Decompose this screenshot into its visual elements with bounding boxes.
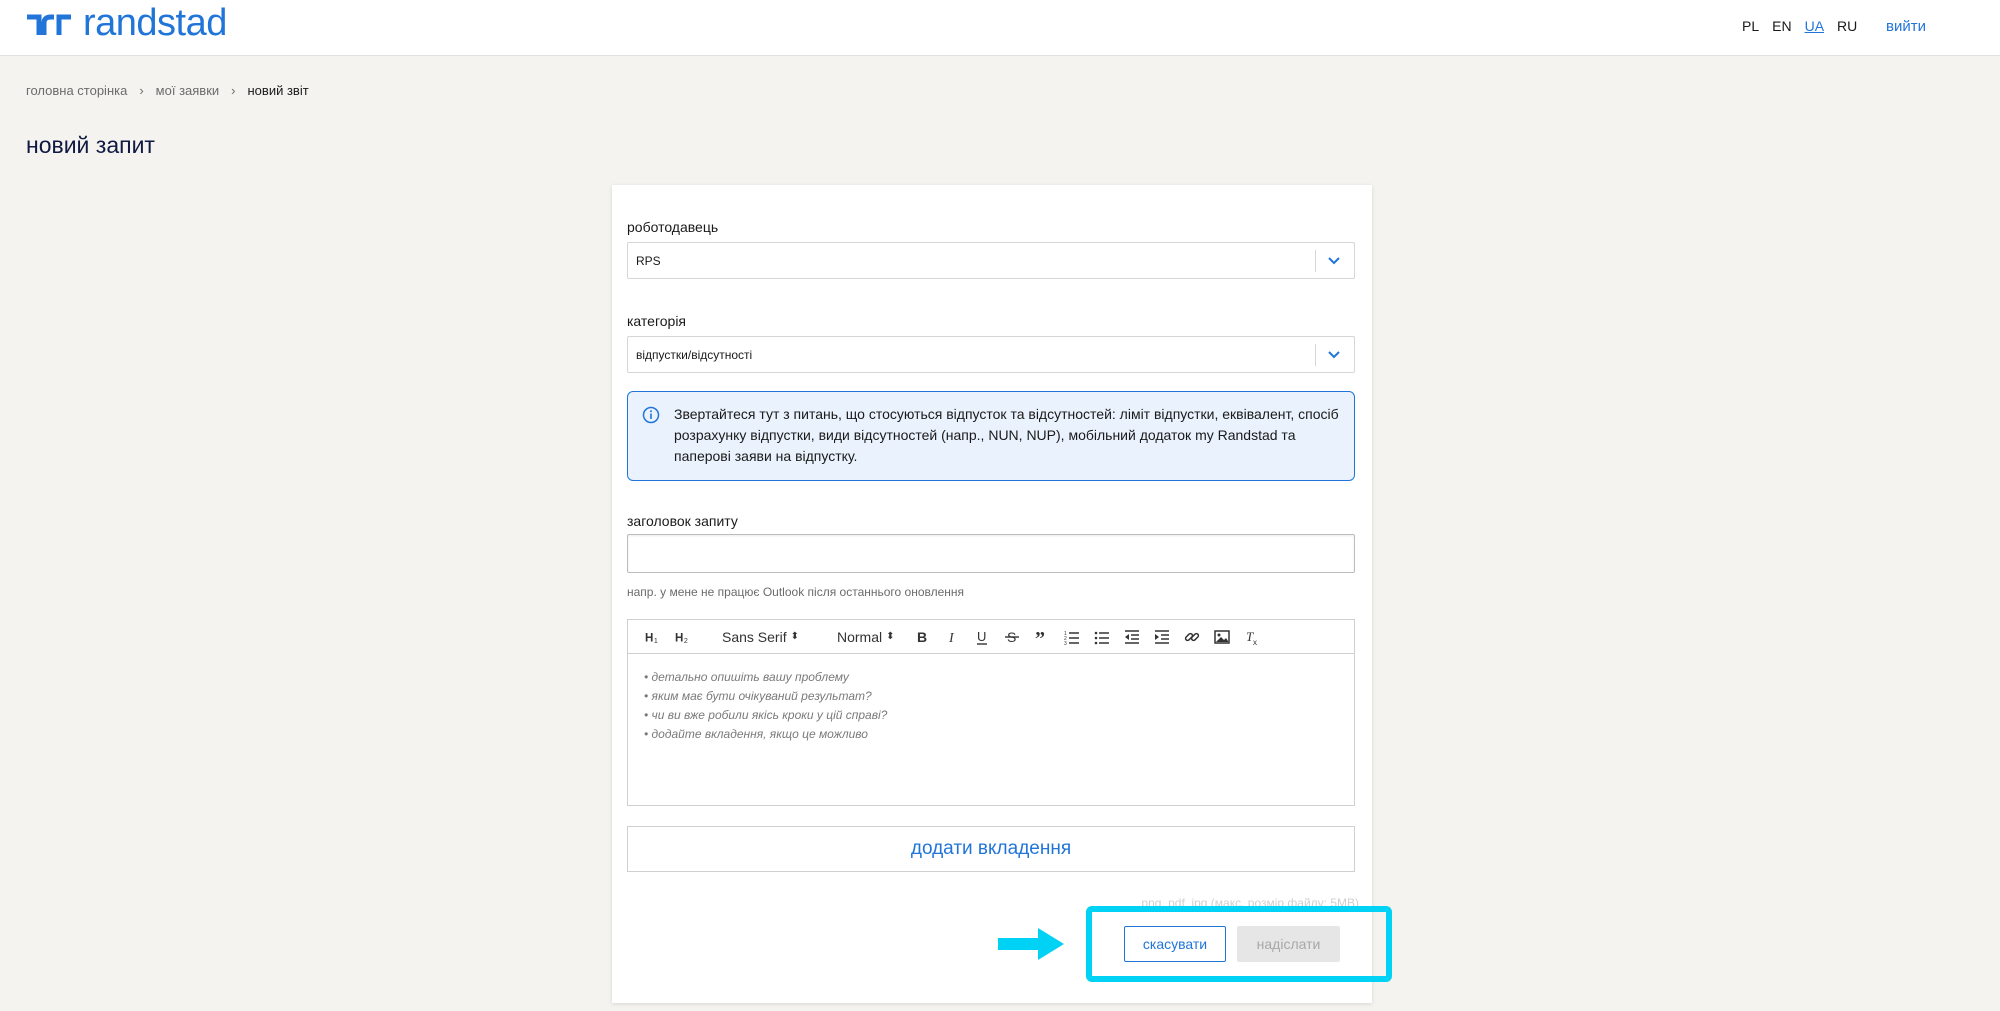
category-label: категорія bbox=[627, 313, 687, 329]
info-notice: Звертайтеся тут з питань, що стосуються … bbox=[627, 391, 1355, 481]
heading1-icon: H1 bbox=[645, 632, 658, 645]
strikethrough-icon: S bbox=[1004, 629, 1019, 645]
breadcrumb-current: новий звіт bbox=[247, 83, 309, 98]
link-button[interactable] bbox=[1177, 625, 1207, 649]
employer-select[interactable]: RPS bbox=[627, 242, 1355, 279]
bullet-list-button[interactable] bbox=[1087, 625, 1117, 649]
chevron-down-icon[interactable] bbox=[1326, 252, 1342, 268]
breadcrumb-my-requests[interactable]: мої заявки bbox=[156, 83, 219, 98]
select-divider bbox=[1315, 344, 1316, 366]
editor-placeholder-line: • детально опишіть вашу проблему bbox=[644, 670, 849, 684]
lang-ru[interactable]: RU bbox=[1837, 18, 1857, 34]
bold-button[interactable]: B bbox=[907, 625, 937, 649]
indent-icon bbox=[1154, 629, 1169, 644]
font-size-value: Normal bbox=[836, 628, 883, 645]
quote-icon: ” bbox=[1035, 629, 1045, 645]
editor-placeholder-line: • додайте вкладення, якщо це можливо bbox=[644, 727, 868, 741]
svg-text:U: U bbox=[977, 629, 986, 644]
outdent-icon bbox=[1124, 629, 1139, 644]
employer-value: RPS bbox=[636, 254, 661, 268]
language-switcher: PL EN UA RU bbox=[1742, 18, 1857, 34]
svg-text:H: H bbox=[645, 632, 653, 644]
image-icon bbox=[1213, 629, 1230, 644]
ordered-list-icon: 123 bbox=[1064, 631, 1079, 645]
cancel-button[interactable]: скасувати bbox=[1124, 926, 1226, 962]
page-title: новий запит bbox=[26, 132, 155, 158]
italic-icon: I bbox=[948, 631, 955, 645]
select-divider bbox=[1315, 250, 1316, 272]
editor-content-area[interactable]: • детально опишіть вашу проблему • яким … bbox=[644, 668, 887, 744]
font-size-picker[interactable]: Normal ⬍ bbox=[833, 625, 899, 649]
updown-arrow-icon: ⬍ bbox=[886, 631, 895, 642]
clear-format-button[interactable]: Tx bbox=[1237, 625, 1267, 649]
font-family-picker[interactable]: Sans Serif ⬍ bbox=[718, 625, 803, 649]
bold-icon: B bbox=[917, 629, 927, 645]
updown-arrow-icon: ⬍ bbox=[790, 631, 799, 642]
add-attachment-button[interactable]: додати вкладення bbox=[627, 826, 1355, 872]
ordered-list-button[interactable]: 123 bbox=[1057, 625, 1087, 649]
heading2-icon: H2 bbox=[675, 632, 688, 645]
editor-toolbar: H1 H2 Sans Serif ⬍ Normal ⬍ B I U S ” 123 … bbox=[628, 620, 1354, 654]
description-editor: H1 H2 Sans Serif ⬍ Normal ⬍ B I U S ” 123 … bbox=[627, 619, 1355, 806]
logout-link[interactable]: вийти bbox=[1886, 18, 1926, 35]
editor-placeholder-line: • чи ви вже робили якісь кроки у цій спр… bbox=[644, 708, 888, 722]
lang-pl[interactable]: PL bbox=[1742, 18, 1759, 34]
lang-en[interactable]: EN bbox=[1772, 18, 1791, 34]
indent-button[interactable] bbox=[1147, 625, 1177, 649]
breadcrumb: головна сторінка › мої заявки › новий зв… bbox=[26, 83, 309, 98]
italic-button[interactable]: I bbox=[937, 625, 967, 649]
heading2-button[interactable]: H2 bbox=[668, 625, 698, 649]
blockquote-button[interactable]: ” bbox=[1027, 625, 1057, 649]
svg-text:3: 3 bbox=[1064, 641, 1067, 645]
employer-label: роботодавець bbox=[627, 219, 719, 235]
link-icon bbox=[1184, 632, 1199, 641]
chevron-down-icon[interactable] bbox=[1326, 346, 1342, 362]
request-title-hint: напр. у мене не працює Outlook після ост… bbox=[627, 585, 965, 599]
svg-text:1: 1 bbox=[654, 637, 658, 645]
bullet-list-icon bbox=[1094, 631, 1109, 644]
breadcrumb-home[interactable]: головна сторінка bbox=[26, 83, 127, 98]
svg-text:”: ” bbox=[1035, 629, 1045, 645]
underline-icon: U bbox=[976, 629, 987, 645]
category-select[interactable]: відпустки/відсутності bbox=[627, 336, 1355, 373]
clear-format-icon: Tx bbox=[1246, 629, 1257, 645]
randstad-logo[interactable]: randstad bbox=[25, 4, 227, 42]
svg-text:H: H bbox=[675, 632, 683, 644]
image-button[interactable] bbox=[1207, 625, 1237, 649]
svg-text:2: 2 bbox=[684, 637, 688, 645]
editor-placeholder-line: • яким має бути очікуваний результат? bbox=[644, 689, 872, 703]
breadcrumb-separator: › bbox=[231, 83, 236, 98]
outdent-button[interactable] bbox=[1117, 625, 1147, 649]
request-title-input[interactable] bbox=[627, 534, 1355, 573]
svg-text:I: I bbox=[948, 631, 955, 645]
strikethrough-button[interactable]: S bbox=[997, 625, 1027, 649]
font-family-value: Sans Serif bbox=[722, 628, 787, 645]
heading1-button[interactable]: H1 bbox=[638, 625, 668, 649]
lang-ua[interactable]: UA bbox=[1805, 18, 1824, 34]
send-button[interactable]: надіслати bbox=[1237, 926, 1340, 962]
category-value: відпустки/відсутності bbox=[636, 348, 753, 362]
pointer-arrow-icon bbox=[998, 928, 1064, 960]
svg-text:B: B bbox=[917, 629, 927, 645]
top-header: randstad PL EN UA RU вийти bbox=[0, 0, 2000, 56]
info-icon bbox=[642, 406, 660, 424]
request-form-card: роботодавець RPS категорія відпустки/від… bbox=[612, 185, 1372, 1003]
request-title-label: заголовок запиту bbox=[627, 513, 738, 529]
svg-text:x: x bbox=[1253, 638, 1257, 645]
logo-text: randstad bbox=[83, 2, 227, 44]
breadcrumb-separator: › bbox=[139, 83, 144, 98]
underline-button[interactable]: U bbox=[967, 625, 997, 649]
randstad-logo-icon bbox=[27, 14, 71, 35]
info-text: Звертайтеся тут з питань, що стосуються … bbox=[674, 406, 1339, 464]
